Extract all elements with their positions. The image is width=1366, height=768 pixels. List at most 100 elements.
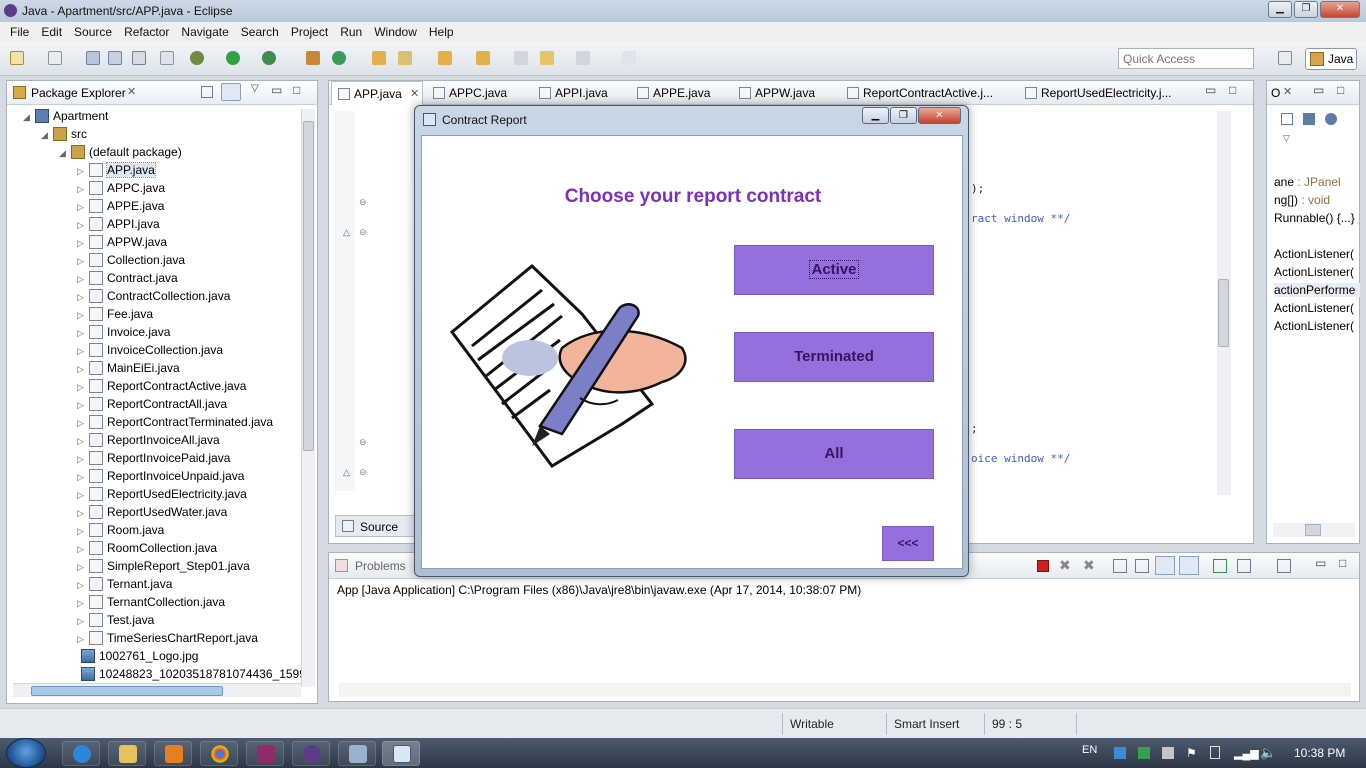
java-file-node[interactable]: ▷ MainEiEi.java [77,359,180,377]
java-file-node[interactable]: ▷ ReportContractAll.java [77,395,227,413]
maximize-editor-icon[interactable]: □ [1229,83,1236,97]
expand-arrow-icon[interactable]: ▷ [77,342,89,360]
editor-vertical-scrollbar[interactable] [1217,111,1231,495]
save-all-icon[interactable] [108,51,122,65]
menu-file[interactable]: File [4,25,35,39]
expand-arrow-icon[interactable]: ▷ [77,468,89,486]
expand-arrow-icon[interactable]: ◢ [23,108,35,126]
minimize-view-icon[interactable]: ▭ [1315,556,1326,570]
last-edit-icon[interactable] [514,51,528,65]
java-file-node[interactable]: ▷ ContractCollection.java [77,287,230,305]
expand-arrow-icon[interactable]: ▷ [77,180,89,198]
expand-arrow-icon[interactable]: ▷ [77,270,89,288]
project-node[interactable]: ◢ Apartment [23,107,108,125]
tray-icon[interactable] [1162,747,1174,759]
collapse-all-icon[interactable] [201,86,213,98]
expand-arrow-icon[interactable]: ▷ [77,450,89,468]
java-file-node[interactable]: ▷ TimeSeriesChartReport.java [77,629,258,647]
expand-arrow-icon[interactable]: ▷ [77,198,89,216]
expand-arrow-icon[interactable]: ▷ [77,378,89,396]
java-file-node[interactable]: ▷ TernantCollection.java [77,593,225,611]
console-horizontal-scrollbar[interactable] [339,683,1351,697]
pin-console-icon[interactable] [1213,559,1227,573]
tab-report-used-electricity[interactable]: ReportUsedElectricity.j... [1019,81,1199,105]
java-file-node[interactable]: ▷ APPI.java [77,215,160,233]
java-file-node[interactable]: ▷ SimpleReport_Step01.java [77,557,250,575]
toggle-icon[interactable] [160,51,174,65]
outline-horizontal-scrollbar[interactable] [1273,523,1355,537]
maximize-view-icon[interactable]: □ [293,83,300,97]
expand-arrow-icon[interactable]: ▷ [77,630,89,648]
taskbar-chrome[interactable] [200,741,238,766]
run-icon[interactable] [226,51,240,65]
open-console-icon[interactable] [1277,559,1291,573]
java-file-node[interactable]: ▷ Room.java [77,521,164,539]
taskbar-explorer[interactable] [108,741,146,766]
back-icon[interactable] [540,51,554,65]
system-clock[interactable]: 10:38 PM [1294,746,1345,760]
save-icon[interactable] [86,51,100,65]
expand-arrow-icon[interactable]: ▷ [77,216,89,234]
dialog-minimize-button[interactable]: ▁ [862,107,889,124]
expand-arrow-icon[interactable]: ▷ [77,324,89,342]
hide-fields-icon[interactable] [1325,113,1337,125]
outline-item-selected[interactable]: actionPerforme [1274,283,1360,297]
terminate-icon[interactable] [1037,560,1049,572]
tab-appe-java[interactable]: APPE.java [631,81,727,105]
language-indicator[interactable]: EN [1082,744,1097,756]
java-file-node[interactable]: ▷ ReportContractActive.java [77,377,246,395]
expand-arrow-icon[interactable]: ▷ [77,576,89,594]
show-stdout-icon[interactable] [1155,556,1175,575]
scroll-thumb[interactable] [1305,524,1321,536]
expand-arrow-icon[interactable]: ▷ [77,486,89,504]
java-file-node[interactable]: ▷ ReportUsedWater.java [77,503,227,521]
tray-icon[interactable] [1138,747,1150,759]
taskbar-ie[interactable] [62,741,100,766]
tray-icon[interactable] [1114,747,1126,759]
taskbar-eclipse[interactable] [292,741,330,766]
debug-icon[interactable] [190,51,204,65]
java-perspective-button[interactable]: Java [1305,48,1357,70]
external-tools-icon[interactable] [262,51,276,65]
expand-arrow-icon[interactable]: ▷ [77,306,89,324]
java-file-node[interactable]: ▷ Ternant.java [77,575,172,593]
expand-arrow-icon[interactable]: ▷ [77,558,89,576]
outline-item[interactable]: ActionListener( [1274,247,1354,261]
network-icon[interactable]: ▂▄▆ [1234,747,1259,760]
start-button[interactable] [6,738,46,768]
expand-arrow-icon[interactable]: ▷ [77,288,89,306]
menu-edit[interactable]: Edit [35,25,68,39]
view-menu-icon[interactable]: ▽ [251,83,259,94]
expand-arrow-icon[interactable]: ▷ [77,234,89,252]
expand-arrow-icon[interactable]: ◢ [59,144,71,162]
outline-item[interactable]: Runnable() {...} [1274,211,1355,225]
scroll-thumb[interactable] [303,121,314,451]
new-package-icon[interactable] [48,51,62,65]
close-view-icon[interactable]: ✕ [127,85,136,98]
java-file-node[interactable]: ▷ ReportInvoiceUnpaid.java [77,467,244,485]
close-button[interactable]: ✕ [1320,1,1360,18]
terminated-report-button[interactable]: Terminated [734,332,934,382]
expand-arrow-icon[interactable]: ▷ [77,414,89,432]
quick-access-input[interactable] [1118,48,1254,69]
java-file-node[interactable]: ▷ Invoice.java [77,323,170,341]
expand-arrow-icon[interactable]: ▷ [77,594,89,612]
expand-arrow-icon[interactable]: ◢ [41,126,53,144]
minimize-view-icon[interactable]: ▭ [271,83,282,97]
tab-appw-java[interactable]: APPW.java [733,81,829,105]
dialog-maximize-button[interactable]: ❐ [890,107,917,124]
outline-item[interactable]: ane : JPanel [1274,175,1341,189]
java-file-node[interactable]: ▷ ReportUsedElectricity.java [77,485,247,503]
forward-icon[interactable] [576,51,590,65]
expand-arrow-icon[interactable]: ▷ [77,504,89,522]
scroll-thumb[interactable] [1218,279,1229,347]
menu-project[interactable]: Project [285,25,334,39]
java-file-node[interactable]: ▷ InvoiceCollection.java [77,341,223,359]
expand-arrow-icon[interactable]: ▷ [77,360,89,378]
package-explorer-tab[interactable]: Package Explorer ✕ ▽ ▭ □ [7,81,317,105]
expand-arrow-icon[interactable]: ▷ [77,252,89,270]
taskbar-winrar[interactable] [246,741,284,766]
taskbar-java-app[interactable] [382,741,420,766]
fold-icon[interactable]: ⊖ [359,197,367,208]
scroll-lock-icon[interactable] [1135,559,1149,573]
